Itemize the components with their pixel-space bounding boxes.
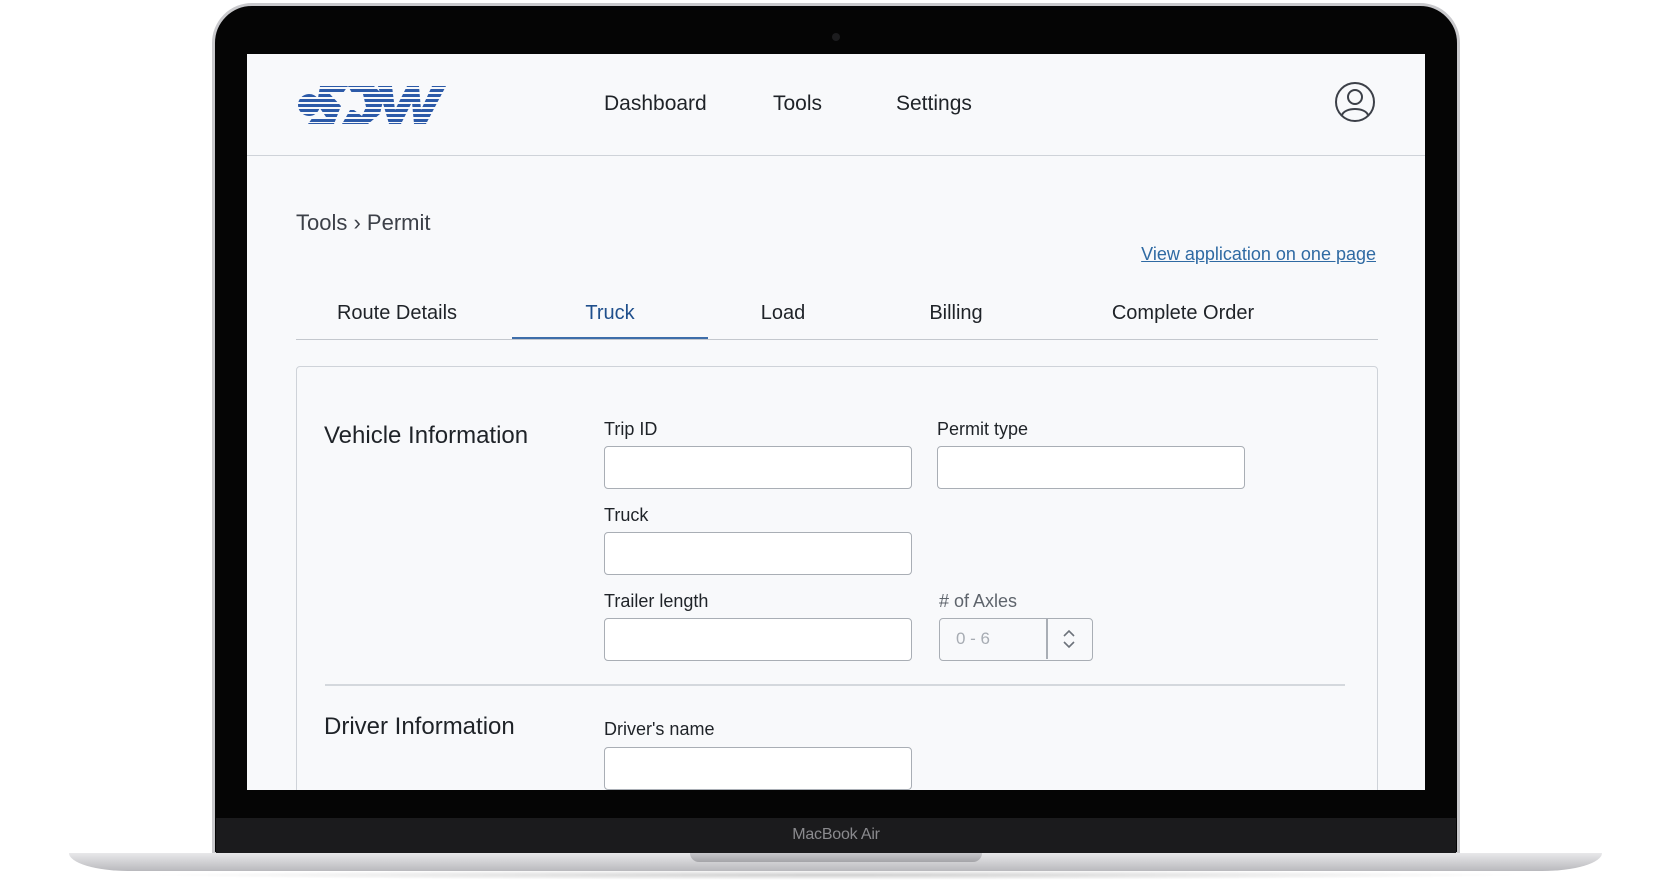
axles-placeholder: 0 - 6 [956, 629, 991, 648]
stepper-divider [1046, 619, 1048, 659]
breadcrumb: Tools › Permit [296, 210, 431, 235]
axles-label: # of Axles [939, 591, 1018, 611]
section-divider [325, 684, 1345, 686]
trailer-length-input[interactable] [604, 618, 912, 661]
drivers-name-input[interactable] [604, 747, 912, 790]
truck-input[interactable] [604, 532, 912, 575]
chevron-up-down-icon[interactable] [1058, 627, 1080, 651]
tab-billing[interactable]: Billing [886, 299, 1026, 339]
vehicle-information-title: Vehicle Information [324, 422, 529, 449]
camera-icon [832, 33, 840, 41]
user-circle-icon[interactable] [1334, 81, 1376, 123]
view-application-link[interactable]: View application on one page [1141, 244, 1376, 265]
nav-link-settings[interactable]: Settings [896, 92, 972, 116]
trailer-length-label: Trailer length [604, 591, 709, 611]
drivers-name-label: Driver's name [604, 719, 715, 739]
device-label: MacBook Air [792, 826, 880, 843]
top-navigation: Dashboard Tools Settings [247, 54, 1425, 156]
tab-load[interactable]: Load [726, 299, 840, 339]
laptop-shadow [140, 870, 1530, 880]
nav-link-tools[interactable]: Tools [773, 92, 822, 116]
trip-id-label: Trip ID [604, 419, 658, 439]
trip-id-input[interactable] [604, 446, 912, 489]
permit-type-input[interactable] [937, 446, 1245, 489]
laptop-notch [690, 853, 982, 862]
osow-logo[interactable] [296, 80, 456, 130]
tab-truck[interactable]: Truck [512, 299, 708, 339]
permit-type-label: Permit type [937, 419, 1029, 439]
nav-link-dashboard[interactable]: Dashboard [604, 92, 707, 116]
driver-information-title: Driver Information [324, 713, 515, 740]
tab-complete-order[interactable]: Complete Order [1064, 299, 1302, 339]
axles-stepper[interactable]: 0 - 6 [939, 618, 1093, 661]
tab-route-details[interactable]: Route Details [296, 299, 498, 339]
truck-form-card: Vehicle Information Trip ID Permit type … [296, 366, 1378, 790]
app-screen: Dashboard Tools Settings Tools › Permit … [247, 54, 1425, 790]
truck-label: Truck [604, 505, 649, 525]
permit-tabs: Route Details Truck Load Billing Complet… [296, 299, 1378, 340]
